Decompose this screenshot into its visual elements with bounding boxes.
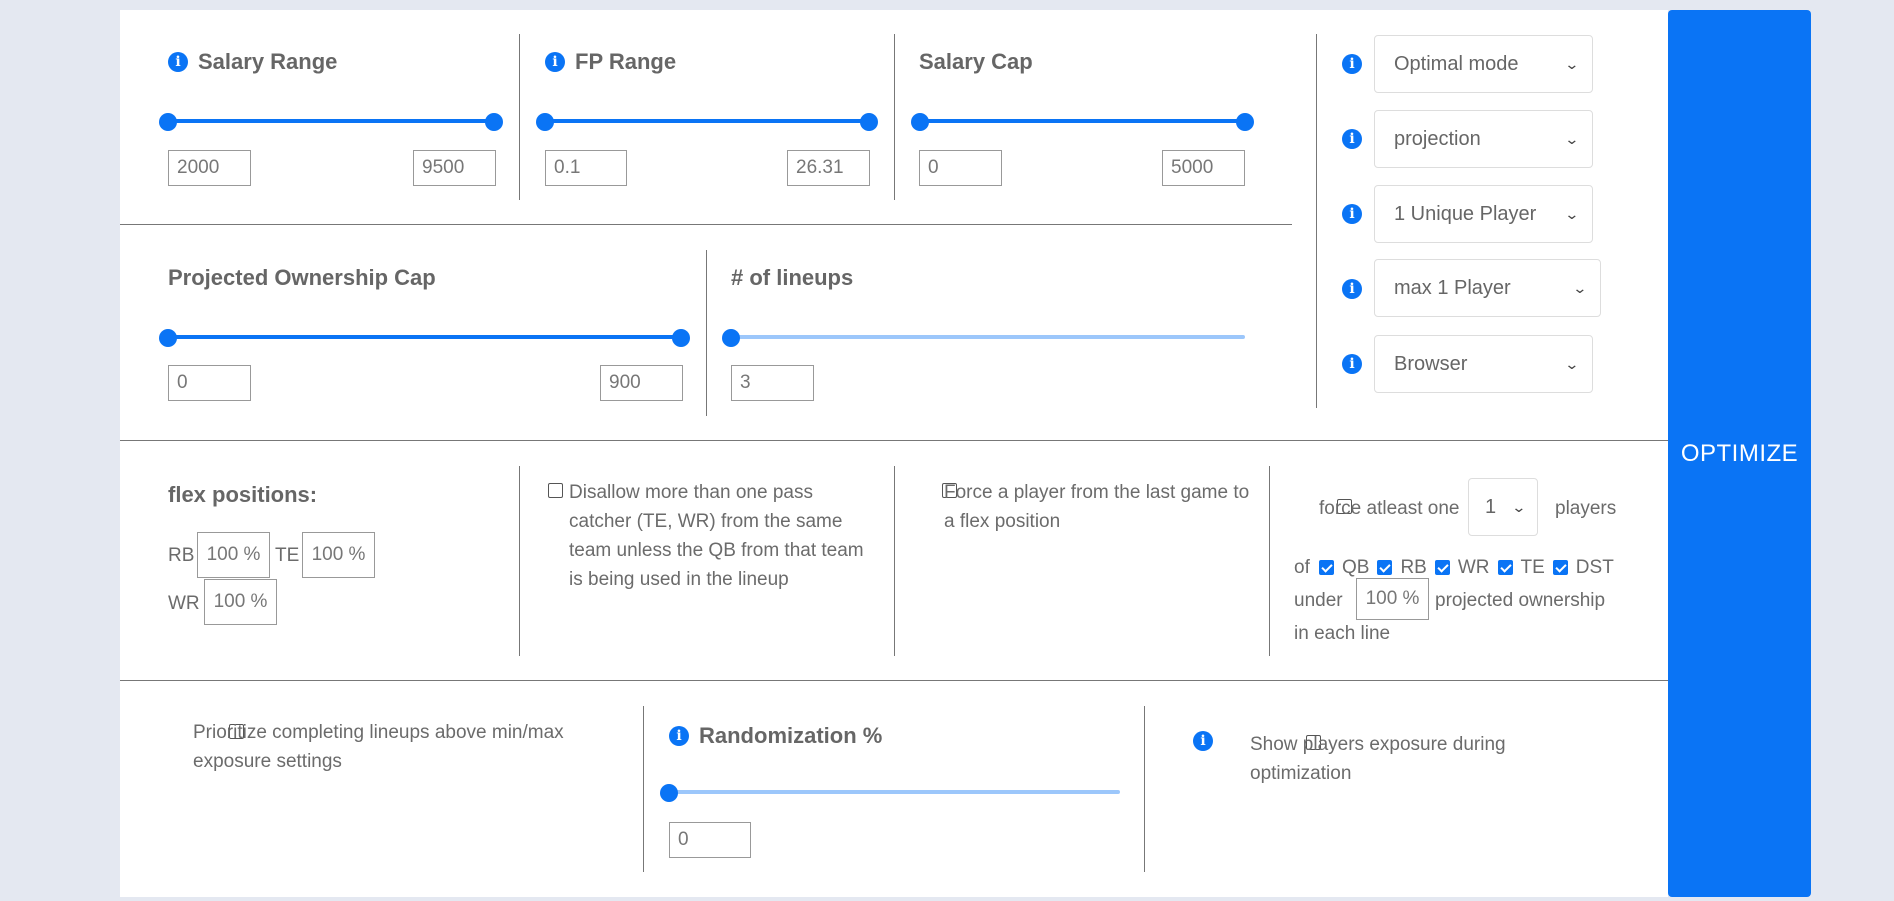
position-checkbox-dst[interactable] [1552,560,1568,575]
info-icon[interactable]: i [1342,54,1362,74]
salary-cap-max-input[interactable] [1162,150,1245,186]
info-icon[interactable]: i [1342,204,1362,224]
te-flex-input[interactable]: 100 % [302,532,375,578]
uniqueness-select[interactable]: 1 Unique Player ⌄ [1374,185,1593,243]
disallow-checkbox[interactable] [548,483,563,499]
projected-ownership-label: projected ownership [1435,590,1606,611]
chevron-down-icon: ⌄ [1564,205,1580,222]
divider [120,224,1292,225]
slider-track [168,119,494,123]
randomization-slider[interactable] [660,784,1120,802]
fp-range-slider[interactable] [536,113,878,131]
salary-max-input[interactable] [413,150,496,186]
lineups-slider[interactable] [722,329,1245,347]
salary-range-slider[interactable] [159,113,503,131]
disallow-label: Disallow more than one pass catcher (TE,… [569,482,864,590]
slider-track [545,119,869,123]
ownership-cap-title: Projected Ownership Cap [168,265,436,290]
salary-range-title: i Salary Range [168,49,337,75]
lineups-input[interactable] [731,365,814,401]
randomization-input[interactable] [669,822,751,858]
slider-handle-min[interactable] [911,113,929,131]
info-icon[interactable]: i [1342,354,1362,374]
sort-by-select[interactable]: projection ⌄ [1374,110,1593,168]
wr-label: WR [168,593,200,614]
chevron-down-icon: ⌄ [1564,355,1580,372]
divider [1144,706,1145,872]
chevron-down-icon: ⌄ [1572,279,1588,296]
position-checkbox-te[interactable] [1497,560,1513,575]
slider-track [168,335,681,339]
info-icon[interactable]: i [669,726,689,746]
divider [1269,466,1270,656]
divider [519,34,520,200]
info-icon[interactable]: i [1342,129,1362,149]
divider [894,466,895,656]
chevron-down-icon: ⌄ [1511,498,1527,515]
slider-track [920,119,1245,123]
force-count-select[interactable]: 1 ⌄ [1468,478,1538,536]
slider-handle[interactable] [722,329,740,347]
max-players-select[interactable]: max 1 Player ⌄ [1374,259,1601,317]
ownership-min-input[interactable] [168,365,251,401]
mode-select[interactable]: Optimal mode ⌄ [1374,35,1593,93]
slider-handle[interactable] [660,784,678,802]
position-label: TE [1520,557,1545,578]
fp-max-input[interactable] [787,150,870,186]
chevron-down-icon: ⌄ [1564,55,1580,72]
slider-track [669,790,1120,794]
salary-min-input[interactable] [168,150,251,186]
slider-handle-max[interactable] [672,329,690,347]
divider [894,34,895,200]
divider [706,250,707,416]
in-each-line-label: in each line [1294,623,1391,644]
fp-min-input[interactable] [545,150,627,186]
slider-track [731,335,1245,339]
position-checkbox-rb[interactable] [1377,560,1393,575]
info-icon[interactable]: i [168,52,188,72]
slider-handle-min[interactable] [159,113,177,131]
info-icon[interactable]: i [545,52,565,72]
of-label: of [1294,557,1310,578]
force-last-game-label: Force a player from the last game to a f… [944,482,1250,532]
chevron-down-icon: ⌄ [1564,130,1580,147]
optimize-button[interactable]: OPTIMIZE [1668,10,1811,897]
wr-flex-input[interactable]: 100 % [204,579,277,625]
force-atleast-label: force atleast one [1319,498,1460,519]
divider [120,440,1668,441]
fp-range-title: i FP Range [545,49,676,75]
divider [120,680,1668,681]
position-label: WR [1457,557,1490,578]
prioritize-label: Prioritize completing lineups above min/… [193,722,564,772]
ownership-max-input[interactable] [600,365,683,401]
rb-flex-input[interactable]: 100 % [197,532,270,578]
salary-cap-title: Salary Cap [919,49,1033,74]
divider [1316,34,1317,408]
divider [643,706,644,872]
te-label: TE [275,545,300,566]
lineups-title: # of lineups [731,265,854,290]
rb-label: RB [168,545,195,566]
position-checkbox-qb[interactable] [1319,560,1334,575]
info-icon[interactable]: i [1193,731,1213,751]
flex-positions-title: flex positions: [168,482,318,507]
randomization-title: i Randomization % [669,723,882,749]
salary-cap-min-input[interactable] [919,150,1002,186]
divider [519,466,520,656]
under-ownership-input[interactable]: 100 % [1356,578,1429,620]
slider-handle-max[interactable] [1236,113,1254,131]
slider-handle-max[interactable] [485,113,503,131]
salary-cap-slider[interactable] [911,113,1254,131]
position-checkbox-wr[interactable] [1434,560,1450,575]
show-exposure-label: Show players exposure during optimizatio… [1250,734,1506,784]
under-label: under [1294,590,1343,611]
slider-handle-max[interactable] [860,113,878,131]
players-label: players [1555,498,1617,519]
info-icon[interactable]: i [1342,279,1362,299]
slider-handle-min[interactable] [536,113,554,131]
ownership-cap-slider[interactable] [159,329,690,347]
run-location-select[interactable]: Browser ⌄ [1374,335,1593,393]
position-label: DST [1575,557,1614,578]
slider-handle-min[interactable] [159,329,177,347]
